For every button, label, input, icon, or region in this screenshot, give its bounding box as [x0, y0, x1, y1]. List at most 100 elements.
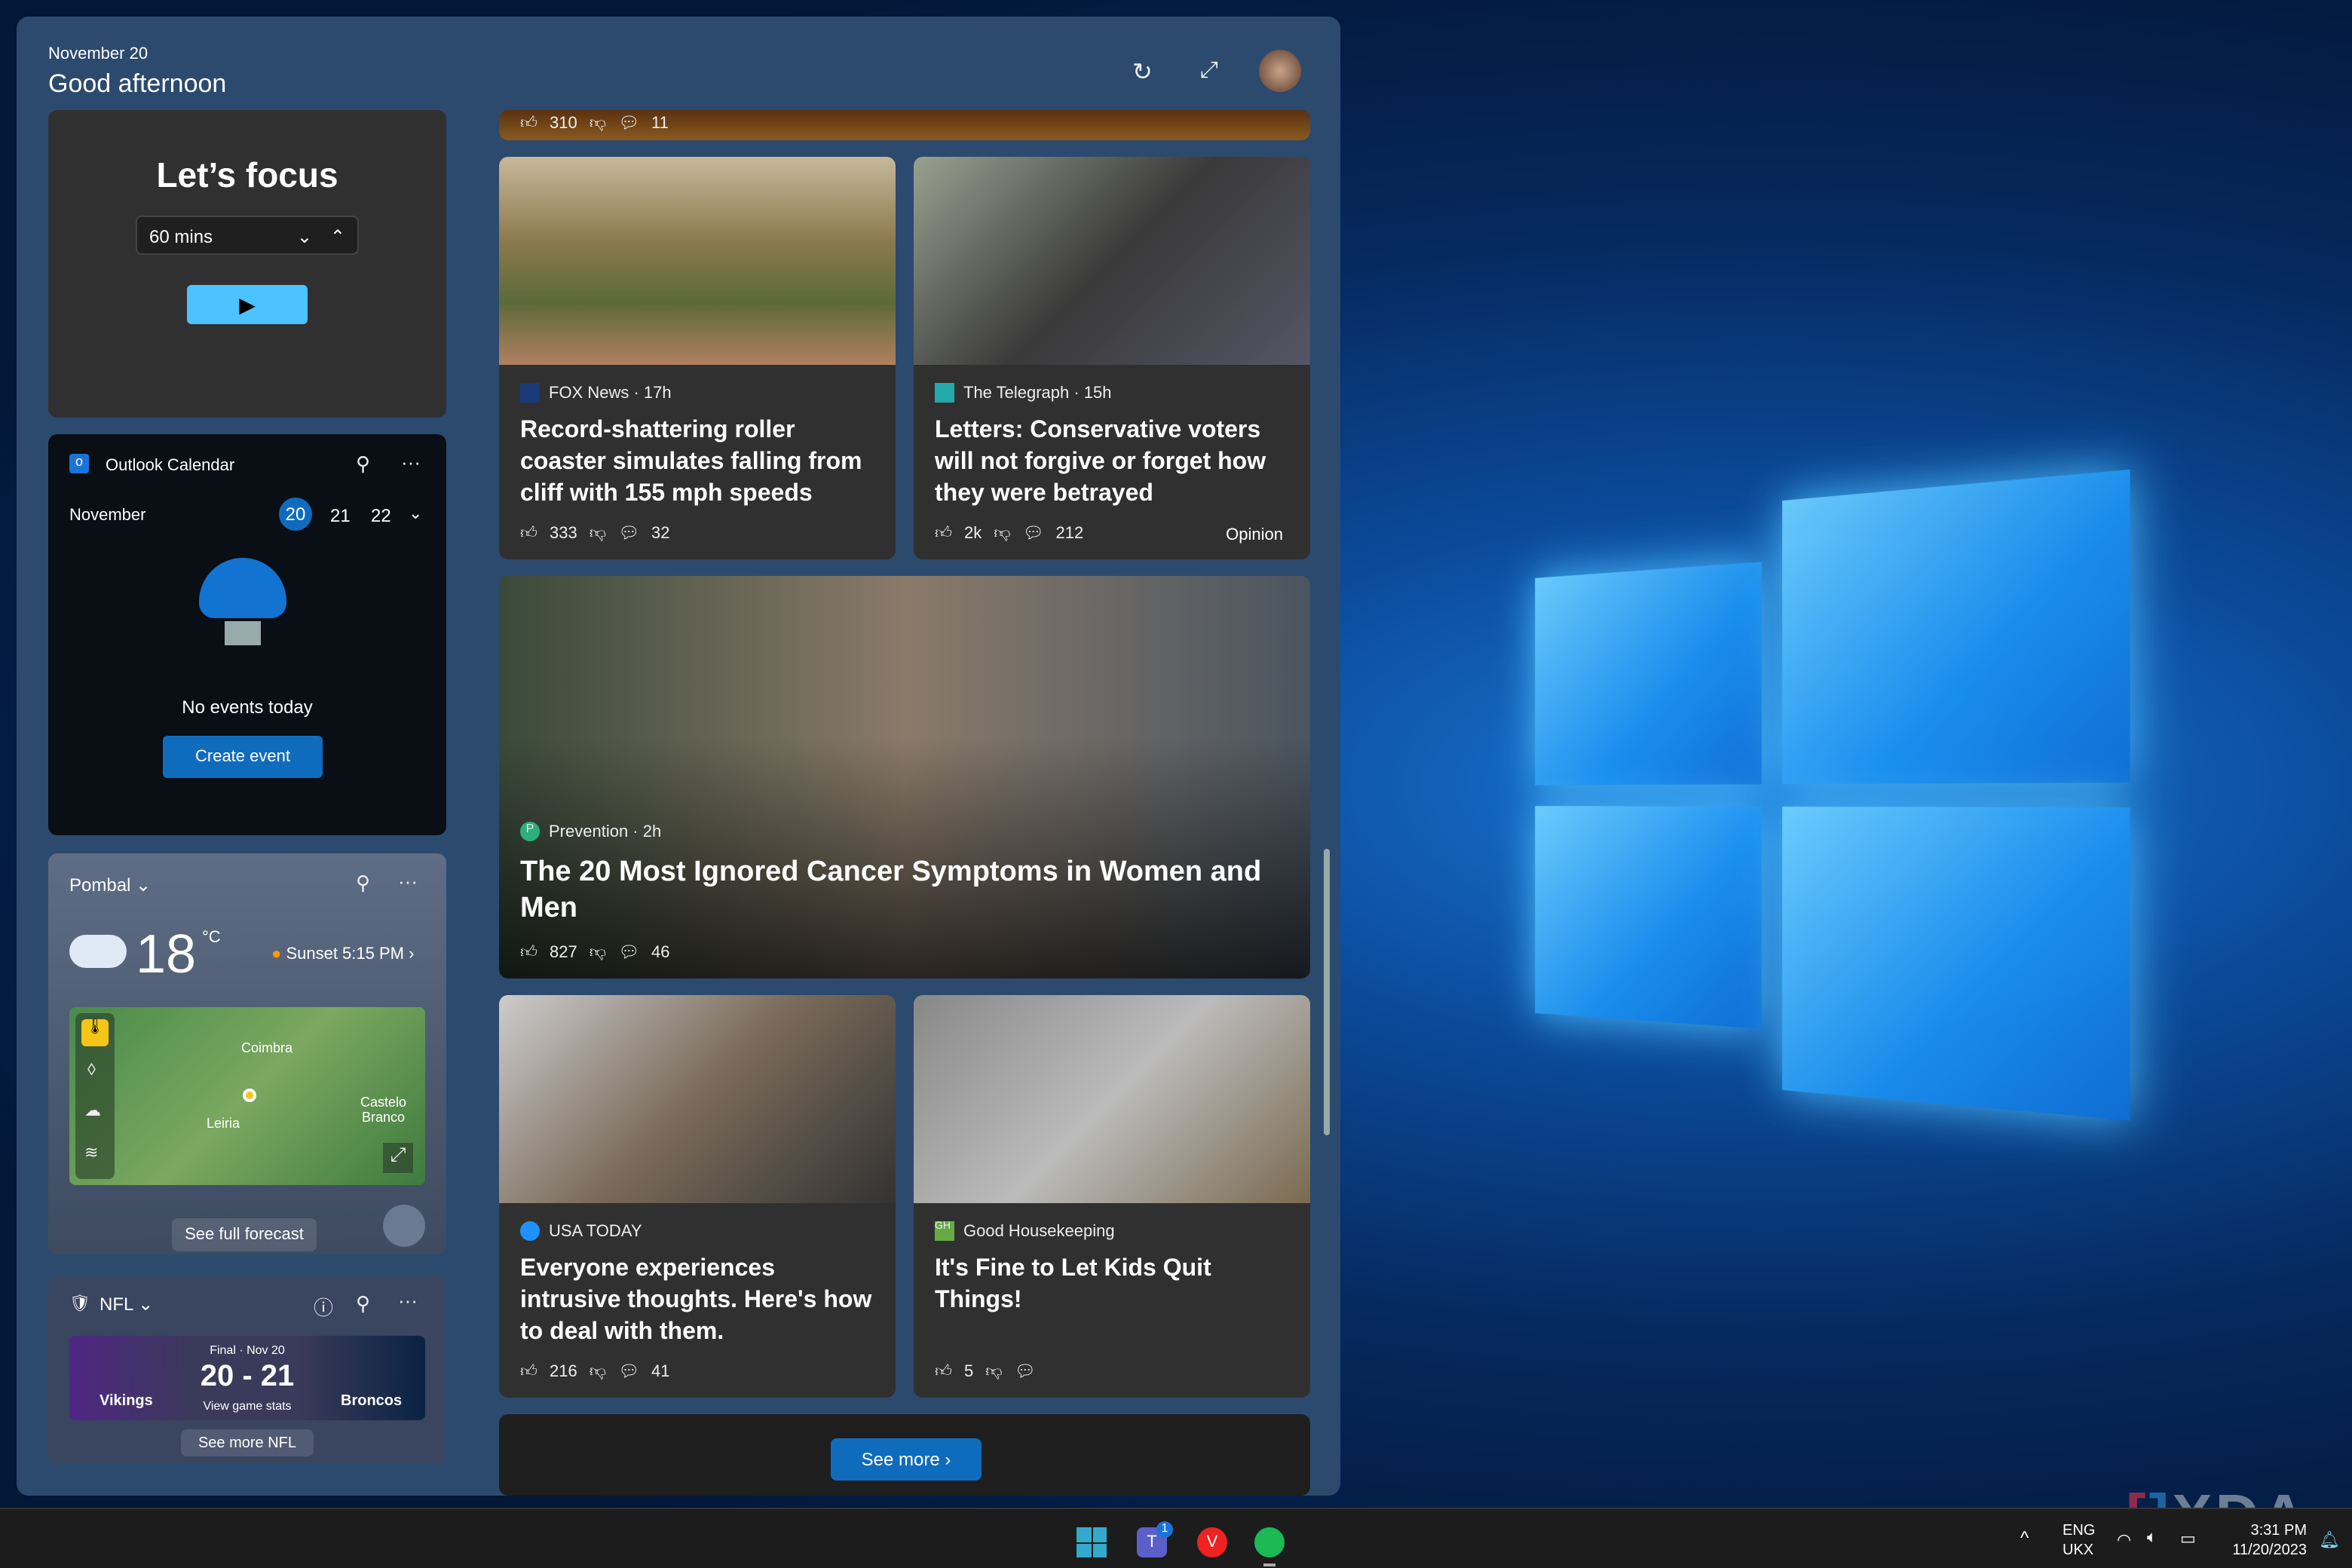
date: 11/20/2023: [2232, 1542, 2307, 1559]
day-22[interactable]: 22: [371, 505, 391, 526]
article-title[interactable]: It's Fine to Let Kids Quit Things!: [935, 1253, 1297, 1316]
time: 3:31 PM: [2250, 1523, 2308, 1539]
battery-warning-icon[interactable]: ▭: [2180, 1529, 2196, 1548]
like-icon[interactable]: 👍︎: [520, 113, 537, 133]
more-icon[interactable]: ···: [398, 870, 418, 893]
avatar[interactable]: [1259, 50, 1301, 92]
dislike-icon[interactable]: 👎︎: [590, 942, 606, 962]
comment-icon[interactable]: 💬︎: [618, 942, 639, 962]
scrollbar-thumb[interactable]: [1324, 849, 1330, 1135]
article-source: Prevention · 2h: [549, 822, 662, 841]
cloud-layer-icon[interactable]: ☁: [84, 1101, 101, 1120]
clock[interactable]: 3:31 PM 11/20/2023: [2222, 1521, 2307, 1560]
notification-bell-icon[interactable]: 🔔︎: [2319, 1530, 2340, 1550]
chevron-down-icon[interactable]: ⌄: [409, 504, 422, 523]
news-card-featured[interactable]: P Prevention · 2h The 20 Most Ignored Can…: [499, 576, 1310, 978]
like-icon[interactable]: 👍︎: [520, 523, 537, 543]
more-icon[interactable]: ···: [398, 1289, 418, 1312]
weather-widget: Pombal ⌄ ⚲ ··· 18 °C ● Sunset 5:15 PM › …: [48, 853, 446, 1254]
news-card[interactable]: GH Good Housekeeping It's Fine to Let Kid…: [914, 995, 1310, 1398]
dislike-icon[interactable]: 👎︎: [590, 1361, 606, 1381]
comment-icon[interactable]: 💬︎: [618, 523, 639, 543]
weather-map[interactable]: 🌡 ◊ ☁ ≋ Coimbra Leiria Castelo Branco ⤢: [69, 1007, 425, 1185]
show-hidden-icons[interactable]: ^: [2020, 1527, 2029, 1548]
expand-icon[interactable]: ⤢: [1200, 57, 1218, 83]
play-button[interactable]: ▶: [187, 285, 308, 324]
like-icon[interactable]: 👍︎: [520, 942, 537, 962]
vivaldi-icon[interactable]: V: [1197, 1527, 1227, 1557]
article-title[interactable]: Letters: Conservative voters will not fo…: [935, 415, 1297, 510]
wind-icon[interactable]: ≋: [84, 1143, 98, 1162]
greeting: Good afternoon: [48, 69, 227, 98]
see-more-nfl-button[interactable]: See more NFL: [181, 1429, 314, 1456]
start-button[interactable]: [1076, 1527, 1107, 1557]
more-icon[interactable]: ···: [401, 451, 421, 473]
day-20[interactable]: 20: [279, 498, 312, 531]
comment-count: 32: [651, 524, 670, 542]
like-count: 333: [550, 524, 577, 542]
comment-icon[interactable]: 💬︎: [1023, 523, 1044, 543]
nfl-select[interactable]: NFL ⌄: [100, 1294, 153, 1315]
balloon-illustration: [199, 558, 286, 618]
map-label: Branco: [362, 1110, 406, 1125]
windows-logo-wallpaper: [1535, 467, 2155, 1132]
precipitation-icon[interactable]: ◊: [87, 1061, 96, 1080]
see-more-button[interactable]: See more ›: [831, 1438, 982, 1481]
game-score-card[interactable]: Final · Nov 20 20 - 21 View game stats V…: [69, 1336, 425, 1420]
map-label: Castelo: [360, 1095, 407, 1110]
dislike-icon[interactable]: 👎︎: [590, 113, 606, 133]
outlook-icon: o: [69, 454, 89, 473]
language-indicator[interactable]: ENG UKX: [2063, 1521, 2095, 1560]
comment-icon[interactable]: 💬︎: [1015, 1361, 1036, 1381]
chevron-up-icon[interactable]: ⌃: [330, 226, 345, 247]
focus-title: Let’s focus: [156, 155, 338, 194]
volume-icon[interactable]: 🔈︎: [2147, 1529, 2157, 1548]
day-21[interactable]: 21: [330, 505, 351, 526]
comment-icon[interactable]: 💬︎: [618, 1361, 639, 1381]
news-card[interactable]: USA TODAY Everyone experiences intrusive…: [499, 995, 896, 1398]
lang-code: ENG: [2063, 1523, 2096, 1539]
see-full-forecast-button[interactable]: See full forecast: [172, 1218, 317, 1251]
like-count: 216: [550, 1362, 577, 1380]
news-card[interactable]: FOX News · 17h Record-shattering roller …: [499, 157, 896, 559]
wifi-icon[interactable]: ◠: [2117, 1530, 2131, 1550]
info-icon[interactable]: ⓘ: [314, 1292, 333, 1321]
article-source: FOX News · 17h: [549, 384, 672, 402]
article-source: Good Housekeeping: [963, 1222, 1115, 1240]
opinion-tag: Opinion: [1226, 526, 1283, 544]
pin-icon[interactable]: ⚲: [356, 871, 370, 896]
location-select[interactable]: Pombal ⌄: [69, 874, 151, 896]
feed-card-partial[interactable]: 👍︎ 310 👎︎ 💬︎ 11: [499, 110, 1310, 140]
balloon-basket: [225, 621, 261, 645]
pin-icon[interactable]: ⚲: [356, 452, 370, 476]
article-image: [914, 157, 1310, 365]
calendar-widget: o Outlook Calendar ⚲ ··· November 20 21 …: [48, 434, 446, 835]
chevron-down-icon[interactable]: ⌄: [297, 226, 312, 247]
article-title[interactable]: Record-shattering roller coaster simulat…: [520, 415, 882, 510]
scrollbar[interactable]: [1321, 110, 1333, 1490]
team-broncos: Broncos: [341, 1393, 403, 1410]
pin-icon[interactable]: ⚲: [356, 1292, 370, 1316]
sunset-link[interactable]: ● Sunset 5:15 PM ›: [271, 945, 414, 963]
spotify-icon[interactable]: [1254, 1527, 1285, 1557]
duration-select[interactable]: 60 mins ⌄ ⌃: [136, 216, 359, 255]
weather-avatar[interactable]: [383, 1205, 425, 1247]
like-icon[interactable]: 👍︎: [935, 1361, 952, 1381]
article-title[interactable]: Everyone experiences intrusive thoughts.…: [520, 1253, 882, 1348]
calendar-title: Outlook Calendar: [106, 457, 235, 475]
create-event-button[interactable]: Create event: [163, 736, 323, 778]
comment-icon[interactable]: 💬︎: [618, 113, 639, 133]
dislike-icon[interactable]: 👎︎: [985, 1361, 1002, 1381]
game-score: 20 - 21: [200, 1360, 295, 1393]
article-title[interactable]: The 20 Most Ignored Cancer Symptoms in W…: [520, 855, 1274, 927]
keyboard-layout: UKX: [2063, 1542, 2094, 1559]
like-icon[interactable]: 👍︎: [935, 523, 952, 543]
like-icon[interactable]: 👍︎: [520, 1361, 537, 1381]
temperature-layer-icon[interactable]: 🌡: [81, 1019, 109, 1046]
dislike-icon[interactable]: 👎︎: [994, 523, 1010, 543]
dislike-icon[interactable]: 👎︎: [590, 523, 606, 543]
expand-map-icon[interactable]: ⤢: [383, 1143, 413, 1173]
refresh-icon[interactable]: ↻: [1132, 57, 1153, 87]
news-card[interactable]: The Telegraph · 15h Letters: Conservativ…: [914, 157, 1310, 559]
temperature: 18: [136, 923, 197, 985]
